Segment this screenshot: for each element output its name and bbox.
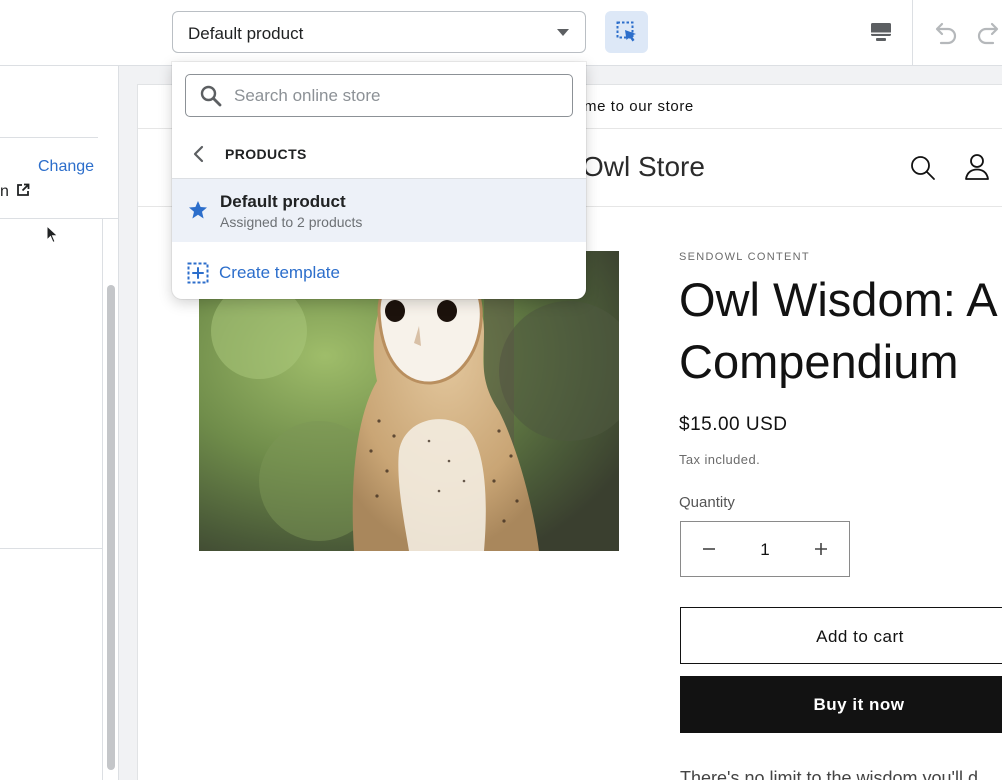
left-sidebar: Change n [0, 66, 119, 780]
select-inspector-icon [616, 21, 636, 42]
redo-button[interactable] [972, 16, 1002, 50]
sidebar-divider [0, 548, 103, 549]
plus-icon [815, 543, 827, 555]
buy-now-label: Buy it now [813, 695, 905, 714]
search-icon[interactable] [910, 155, 936, 181]
star-icon [189, 201, 207, 219]
topbar-divider [912, 0, 913, 66]
template-select-label: Default product [188, 24, 304, 43]
inspector-toggle-button[interactable] [605, 11, 648, 53]
template-option-name: Default product [220, 192, 346, 211]
external-link-icon[interactable] [16, 183, 30, 197]
template-select[interactable]: Default product [172, 11, 586, 53]
mouse-cursor-icon [46, 225, 59, 244]
product-vendor: SENDOWL CONTENT [679, 251, 810, 263]
quantity-label: Quantity [679, 494, 735, 511]
desktop-icon [871, 23, 891, 41]
device-preview-button[interactable] [864, 16, 898, 48]
create-template-button[interactable]: Create template [187, 261, 340, 285]
add-to-cart-label: Add to cart [816, 627, 904, 646]
editor-topbar: Default product [0, 0, 1002, 66]
template-option-subtitle: Assigned to 2 products [220, 214, 363, 230]
add-to-cart-button[interactable]: Add to cart [680, 607, 1002, 664]
search-field[interactable] [185, 74, 573, 117]
back-label: PRODUCTS [225, 146, 307, 162]
search-input[interactable] [234, 84, 554, 108]
create-template-label: Create template [219, 263, 340, 282]
back-to-products-button[interactable]: PRODUCTS [188, 142, 307, 166]
search-icon [200, 85, 222, 107]
store-name[interactable]: Owl Store [582, 151, 705, 183]
quantity-increase-button[interactable] [793, 522, 849, 576]
product-price: $15.00 USD [679, 414, 788, 435]
template-option-default-product[interactable]: Default product Assigned to 2 products [172, 179, 586, 242]
add-template-icon [187, 262, 209, 284]
sidebar-sections-list [0, 219, 103, 780]
sidebar-scrollbar[interactable] [107, 285, 115, 770]
tax-note: Tax included. [679, 452, 761, 467]
redo-icon [977, 22, 999, 45]
product-title: Owl Wisdom: A Compendium [679, 273, 996, 388]
product-description: There's no limit to the wisdom you'll d [680, 768, 978, 780]
announcement-text: me to our store [584, 98, 694, 115]
template-dropdown: PRODUCTS Default product Assigned to 2 p… [172, 62, 586, 299]
chevron-left-icon [193, 145, 204, 163]
quantity-decrease-button[interactable] [681, 522, 737, 576]
quantity-input[interactable]: 1 [737, 540, 793, 560]
undo-button[interactable] [928, 16, 962, 50]
caret-down-icon [557, 29, 569, 36]
sidebar-partial-text: n [0, 183, 9, 200]
account-icon[interactable] [964, 153, 990, 181]
minus-icon [703, 548, 715, 550]
buy-now-button[interactable]: Buy it now [680, 676, 1002, 733]
quantity-stepper: 1 [680, 521, 850, 577]
change-link[interactable]: Change [38, 158, 94, 176]
undo-icon [935, 22, 957, 45]
sidebar-divider [0, 137, 98, 138]
